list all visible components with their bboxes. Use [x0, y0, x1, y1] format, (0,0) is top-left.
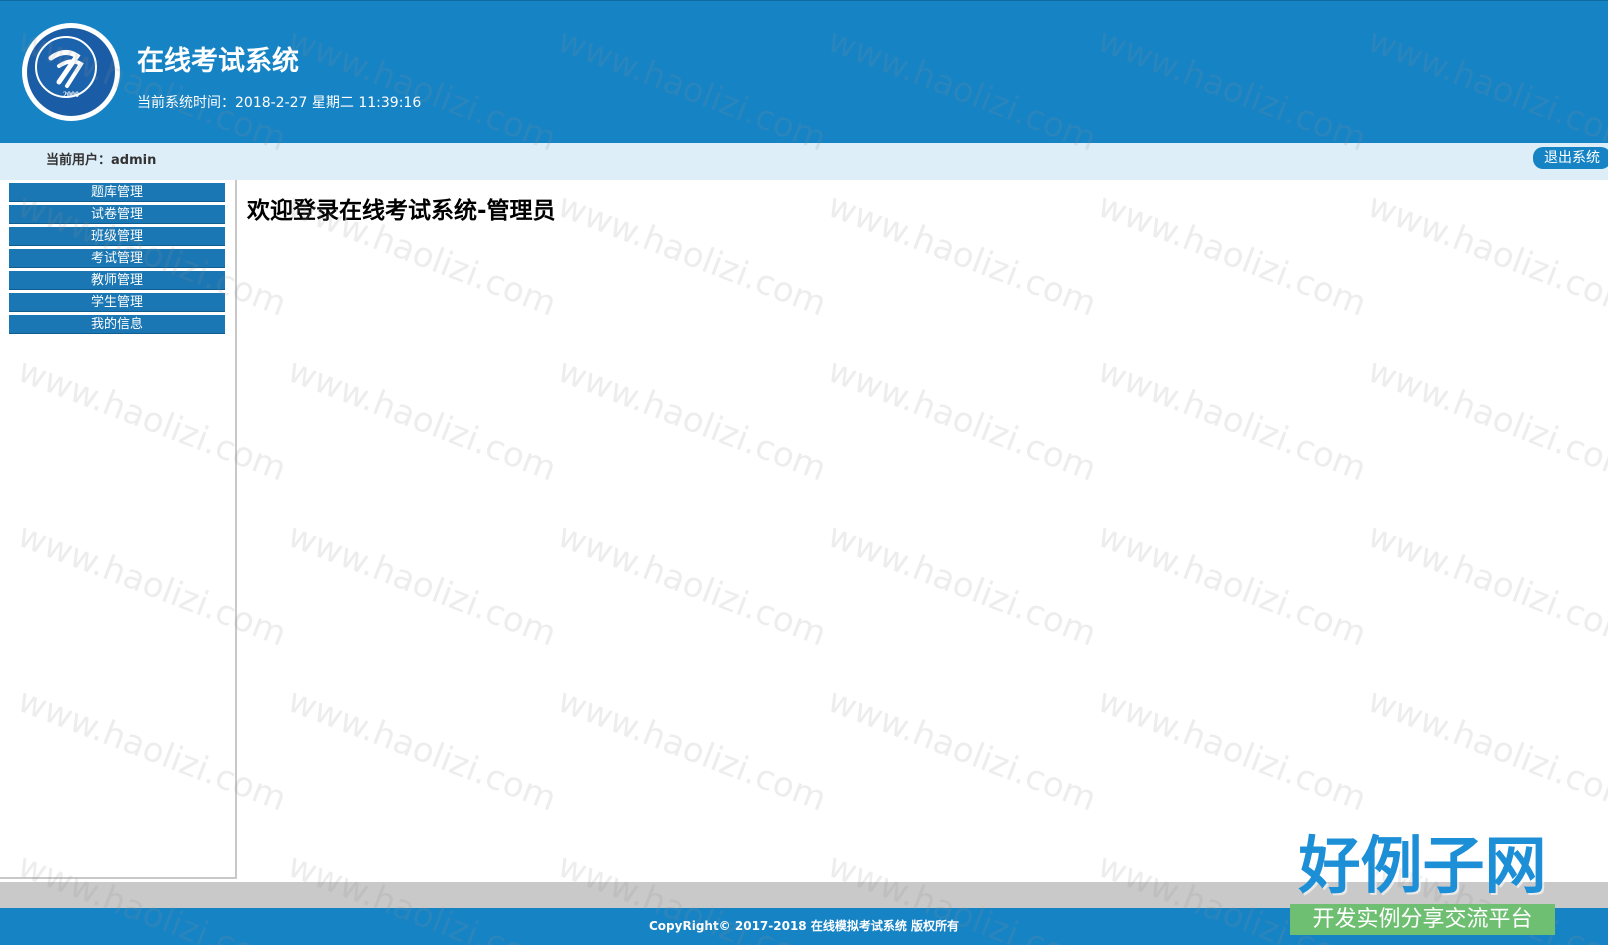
sidebar: 题库管理 试卷管理 班级管理 考试管理 教师管理 学生管理 我的信息 [0, 180, 237, 879]
watermark-text: www.haolizi.com [1092, 185, 1372, 325]
watermark-text: www.haolizi.com [822, 680, 1102, 820]
watermark-text: www.haolizi.com [1362, 680, 1608, 820]
brand-watermark-subtitle: 开发实例分享交流平台 [1290, 904, 1555, 935]
welcome-heading: 欢迎登录在线考试系统-管理员 [247, 198, 556, 224]
system-time: 当前系统时间：2018-2-27 星期二 11:39:16 [137, 95, 422, 111]
site-title: 在线考试系统 [137, 46, 299, 77]
watermark-text: www.haolizi.com [822, 515, 1102, 655]
sidebar-item-papers[interactable]: 试卷管理 [9, 205, 225, 224]
sidebar-item-students[interactable]: 学生管理 [9, 293, 225, 312]
sidebar-menu: 题库管理 试卷管理 班级管理 考试管理 教师管理 学生管理 我的信息 [9, 183, 226, 337]
logo-year: 2000 [63, 90, 79, 99]
watermark-text: www.haolizi.com [1092, 680, 1372, 820]
watermark-text: www.haolizi.com [822, 185, 1102, 325]
brand-watermark: 好例子网 开发实例分享交流平台 [1290, 832, 1555, 935]
watermark-text: www.haolizi.com [282, 350, 562, 490]
watermark-text: www.haolizi.com [1362, 185, 1608, 325]
header: 2000 在线考试系统 当前系统时间：2018-2-27 星期二 11:39:1… [0, 0, 1608, 143]
watermark-text: www.haolizi.com [552, 185, 832, 325]
watermark-text: www.haolizi.com [822, 350, 1102, 490]
watermark-text: www.haolizi.com [1362, 515, 1608, 655]
watermark-text: www.haolizi.com [1092, 350, 1372, 490]
watermark-text: www.haolizi.com [1362, 350, 1608, 490]
sidebar-item-classes[interactable]: 班级管理 [9, 227, 225, 246]
watermark-text: www.haolizi.com [552, 350, 832, 490]
sidebar-item-my-info[interactable]: 我的信息 [9, 315, 225, 334]
user-bar: 当前用户：admin 退出系统 [0, 143, 1608, 180]
watermark-text: www.haolizi.com [552, 680, 832, 820]
watermark-text: www.haolizi.com [282, 680, 562, 820]
sidebar-item-teachers[interactable]: 教师管理 [9, 271, 225, 290]
watermark-text: www.haolizi.com [282, 515, 562, 655]
logout-button[interactable]: 退出系统 [1533, 147, 1608, 169]
brand-watermark-title: 好例子网 [1298, 829, 1547, 902]
sidebar-item-question-bank[interactable]: 题库管理 [9, 183, 225, 202]
university-logo: 2000 [22, 23, 120, 121]
sidebar-item-exams[interactable]: 考试管理 [9, 249, 225, 268]
watermark-text: www.haolizi.com [552, 515, 832, 655]
watermark-text: www.haolizi.com [1092, 515, 1372, 655]
copyright-text: CopyRight© 2017-2018 在线模拟考试系统 版权所有 [649, 919, 959, 933]
current-user: 当前用户：admin [46, 153, 157, 168]
